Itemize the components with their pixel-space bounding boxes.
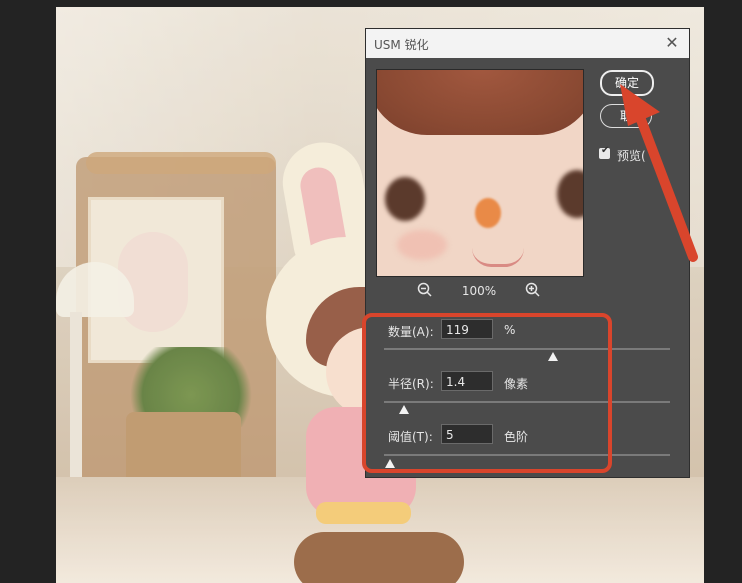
annotation-arrow-icon: [620, 84, 698, 262]
